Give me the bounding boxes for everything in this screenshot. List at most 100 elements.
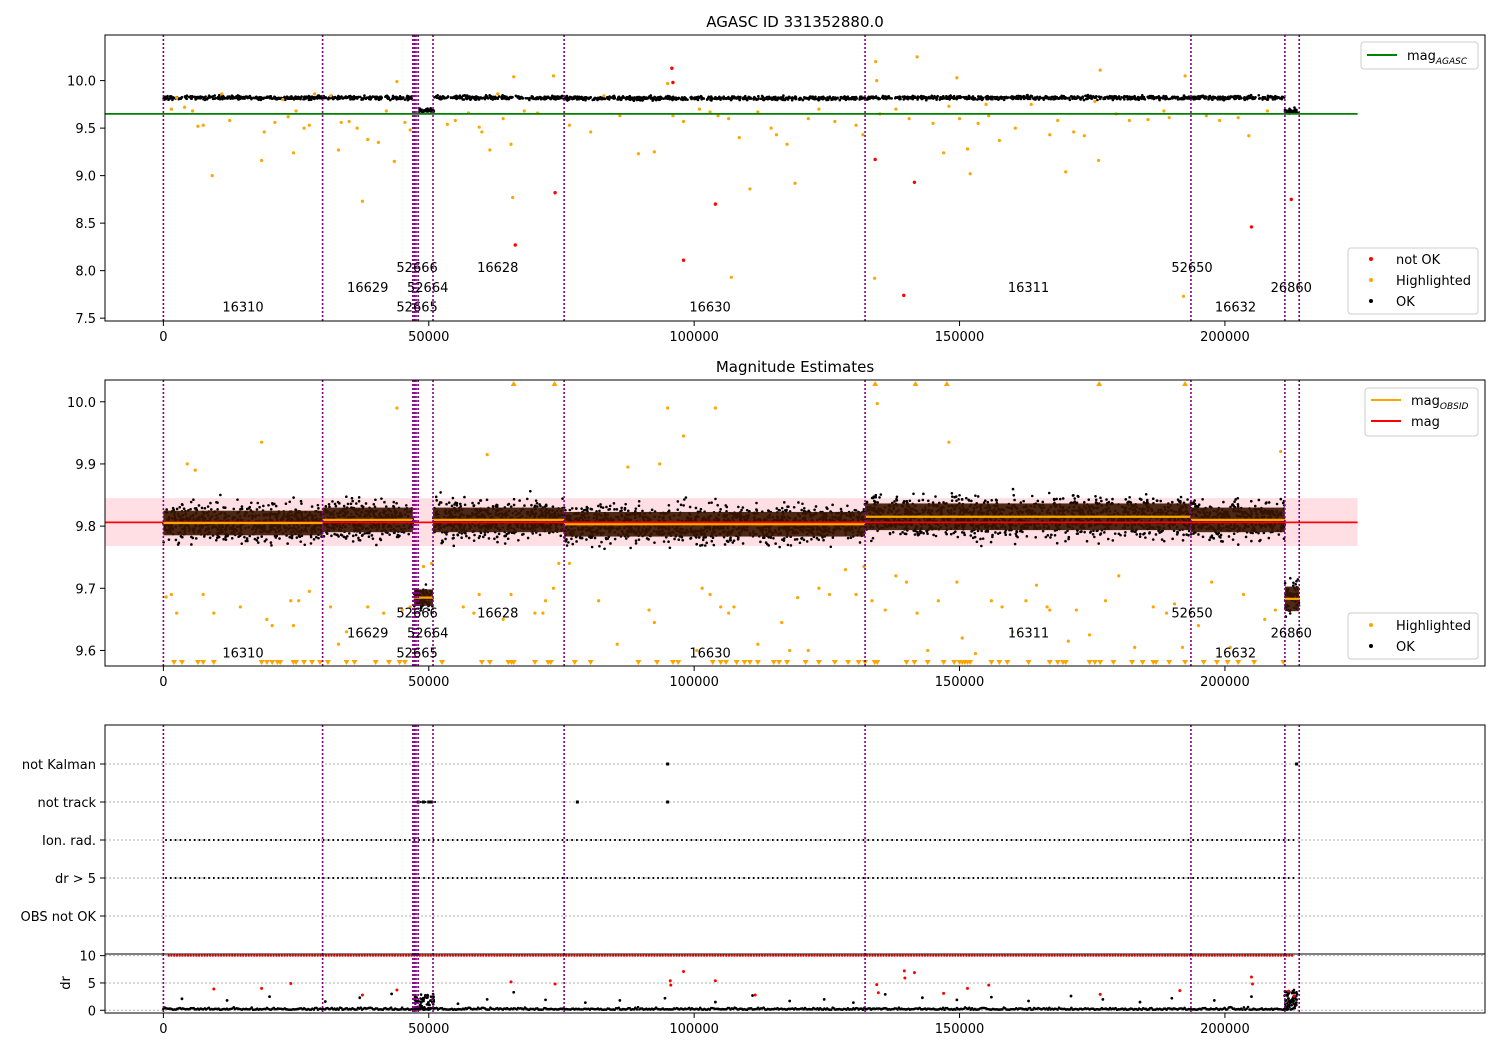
- x-tick-label: 150000: [935, 330, 985, 345]
- ok-point: [300, 95, 303, 98]
- ok-point: [245, 538, 249, 542]
- ok-point: [729, 538, 732, 542]
- ok-point: [512, 497, 516, 501]
- obsid-label: 52666: [396, 261, 437, 276]
- ok-point: [462, 98, 466, 101]
- ok-point: [998, 97, 1001, 101]
- ok-point: [364, 502, 368, 505]
- ok-point: [245, 507, 249, 511]
- ok-point: [380, 497, 383, 500]
- highlighted-point: [355, 126, 359, 130]
- ok-point: [477, 96, 480, 100]
- ok-point: [978, 96, 981, 100]
- ok-point: [612, 502, 616, 505]
- ok-point: [671, 95, 675, 99]
- ok-point: [477, 536, 481, 540]
- ok-point: [653, 541, 656, 544]
- ok-point: [350, 496, 354, 500]
- ok-point: [1155, 96, 1158, 99]
- obsid-label: 16630: [689, 301, 730, 316]
- ok-point: [496, 540, 499, 544]
- ok-point: [719, 98, 722, 101]
- ok-point: [1162, 96, 1165, 99]
- highlighted-point: [1236, 116, 1240, 120]
- ok-point: [1122, 96, 1125, 99]
- ok-point: [255, 508, 259, 511]
- ok-point: [1142, 97, 1146, 101]
- highlighted-point: [894, 107, 898, 111]
- ok-point: [227, 95, 231, 99]
- ok-point: [197, 504, 201, 507]
- ok-point: [174, 538, 178, 542]
- ok-point: [1182, 94, 1186, 97]
- ok-point: [1146, 95, 1149, 99]
- ok-point: [258, 505, 261, 509]
- ok-point: [396, 97, 399, 100]
- ok-point: [236, 498, 239, 501]
- highlighted-point: [259, 158, 264, 163]
- highlighted-point: [286, 115, 290, 119]
- ok-point: [399, 97, 402, 101]
- obsid-label: 16628: [477, 261, 518, 276]
- ok-point: [1038, 96, 1042, 100]
- ok-point: [308, 97, 312, 100]
- highlighted-point: [1056, 118, 1060, 123]
- ok-point: [207, 96, 210, 100]
- ok-point: [533, 504, 537, 508]
- ok-point: [797, 501, 800, 504]
- ok-point: [584, 95, 588, 99]
- ok-point: [292, 496, 295, 499]
- ok-point: [1110, 96, 1113, 100]
- ok-point: [354, 533, 358, 537]
- ok-point: [450, 504, 454, 508]
- ok-point: [312, 538, 316, 541]
- highlighted-point: [480, 130, 484, 134]
- highlighted-point: [347, 119, 351, 124]
- ok-point: [206, 505, 210, 508]
- highlighted-point: [942, 151, 946, 155]
- ok-point: [189, 500, 193, 504]
- ok-point: [913, 95, 916, 98]
- ok-point: [846, 536, 850, 540]
- ok-point: [395, 501, 398, 505]
- ok-point: [195, 508, 198, 512]
- not-ok-point: [671, 80, 675, 85]
- highlighted-point: [403, 120, 407, 125]
- obsid-label: 16311: [1008, 281, 1049, 296]
- ok-point: [794, 97, 798, 100]
- ok-point: [1096, 98, 1099, 102]
- ok-point: [668, 546, 672, 550]
- ok-point: [439, 491, 442, 494]
- ok-point: [1257, 93, 1261, 97]
- ok-point: [407, 95, 410, 98]
- highlighted-point: [817, 107, 821, 111]
- ok-point: [464, 532, 467, 535]
- ok-point: [506, 537, 510, 541]
- highlighted-point: [366, 137, 370, 142]
- highlighted-point: [729, 275, 733, 279]
- ok-point: [676, 508, 680, 511]
- ok-point: [204, 95, 207, 99]
- ok-point: [775, 98, 779, 102]
- ok-point: [575, 540, 578, 543]
- highlighted-point: [1146, 117, 1150, 122]
- ok-point: [370, 534, 374, 537]
- ok-point: [518, 499, 521, 502]
- ok-point: [775, 507, 779, 510]
- highlighted-point: [833, 119, 837, 124]
- ok-point: [404, 504, 408, 507]
- highlighted-point: [1167, 116, 1171, 120]
- ok-point: [559, 95, 563, 99]
- ok-point: [299, 540, 303, 543]
- ok-point: [438, 97, 441, 101]
- ok-point: [299, 499, 303, 503]
- ok-point: [626, 97, 630, 101]
- ok-point: [1086, 97, 1089, 100]
- ok-point: [696, 98, 700, 102]
- highlighted-point: [376, 140, 380, 144]
- highlighted-point: [873, 276, 877, 280]
- ok-point: [305, 95, 308, 98]
- highlighted-point: [477, 125, 481, 129]
- ok-point: [747, 95, 751, 99]
- ok-point: [443, 97, 446, 100]
